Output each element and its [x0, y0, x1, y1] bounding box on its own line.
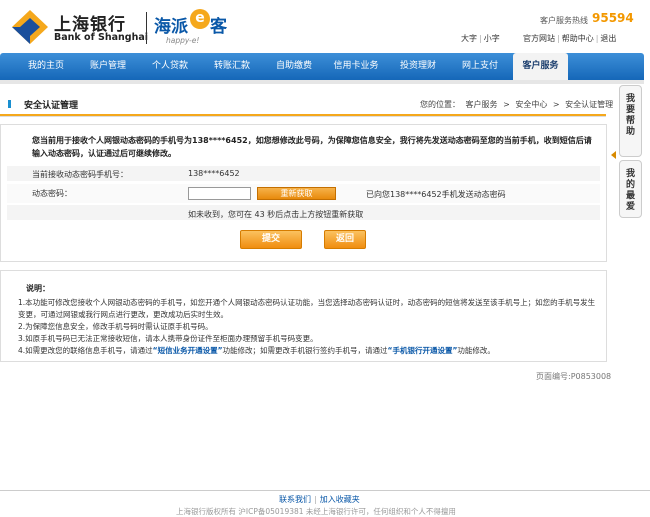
footer-divider: [0, 490, 650, 491]
bank-name-en: Bank of Shanghai: [54, 32, 149, 43]
note-item: 3.如原手机号码已无法正常接收短信，请本人携带身份证件至柜面办理预留手机号码变更…: [18, 333, 598, 345]
nav-item-transfer[interactable]: 转账汇款: [202, 53, 262, 80]
help-side-tab-label: 我要帮助: [625, 94, 635, 137]
dynamic-code-input[interactable]: [188, 187, 251, 200]
sub-brand-cn-2: 客: [210, 17, 227, 37]
favorites-side-tab-label: 我的最爱: [625, 169, 635, 212]
nav-item-investment[interactable]: 投资理财: [388, 53, 448, 80]
font-size-switcher: 大字 | 小字: [461, 33, 500, 44]
breadcrumb-separator: >: [503, 100, 510, 109]
section-marker-icon: [8, 100, 11, 108]
mobile-banking-settings-link[interactable]: “手机银行开通设置”: [388, 346, 458, 355]
contact-us-link[interactable]: 联系我们: [279, 495, 311, 504]
header: 上海银行 Bank of Shanghai 海派 e 客 happy-e! 客户…: [0, 0, 650, 52]
nav-item-customer-service[interactable]: 客户服务: [513, 53, 568, 80]
section-underline-shadow: [0, 116, 606, 117]
note-item: 4.如需更改您的联络信息手机号，请通过“短信业务开通设置”功能修改；如需更改手机…: [18, 345, 598, 357]
phone-label: 当前接收动态密码手机号：: [32, 170, 128, 179]
note-text: 如原手机号码已无法正常接收短信，请本人携带身份证件至柜面办理预留手机号码变更。: [25, 334, 318, 343]
note-item: 1.本功能可修改您接收个人网银动态密码的手机号，如您开通个人网银动态密码认证功能…: [18, 297, 598, 320]
note-text-after: 功能修改。: [457, 346, 495, 355]
help-side-tab[interactable]: 我要帮助: [619, 85, 642, 157]
note-item: 2.为保障您信息安全，修改手机号码时需认证原手机号码。: [18, 321, 598, 333]
breadcrumb-item-current: 安全认证管理: [565, 100, 614, 109]
copyright: 上海银行版权所有 沪ICP备05019381 未经上海银行许可，任何组织和个人不…: [176, 507, 456, 516]
logo-divider: [146, 12, 147, 44]
top-links: 官方网站 | 帮助中心 | 退出: [523, 33, 616, 44]
logout-link[interactable]: 退出: [600, 34, 616, 43]
hotline-number: 95594: [592, 11, 634, 25]
link-separator: |: [557, 34, 560, 43]
note-text-before: 如需更改您的联络信息手机号，请通过: [25, 346, 153, 355]
link-separator: |: [314, 495, 317, 504]
footer-links: 联系我们 | 加入收藏夹: [279, 494, 360, 505]
phone-value: 138****6452: [188, 169, 240, 178]
sub-brand-e-badge: e: [190, 9, 210, 29]
link-separator: |: [479, 34, 482, 43]
nav-item-account[interactable]: 账户管理: [78, 53, 138, 80]
help-center-link[interactable]: 帮助中心: [562, 34, 594, 43]
page-title: 安全认证管理: [24, 101, 79, 111]
nav-bottom-bar: [0, 80, 644, 84]
hotline-label: 客户服务热线: [540, 16, 588, 25]
breadcrumb-item-customer-service[interactable]: 客户服务: [466, 100, 498, 109]
link-separator: |: [595, 34, 599, 43]
back-button[interactable]: 返回: [324, 230, 366, 249]
collapse-arrow-icon[interactable]: [611, 151, 616, 159]
note-text: 本功能可修改您接收个人网银动态密码的手机号，如您开通个人网银动态密码认证功能，当…: [18, 298, 596, 319]
nav-item-my-home[interactable]: 我的主页: [16, 53, 76, 80]
note-text: 为保障您信息安全，修改手机号码时需认证原手机号码。: [25, 322, 213, 331]
bank-logo-icon: [12, 10, 48, 44]
favorites-side-tab[interactable]: 我的最爱: [619, 160, 642, 218]
nav-item-online-pay[interactable]: 网上支付: [450, 53, 510, 80]
countdown-text: 如未收到，您可在 43 秒后点击上方按钮重新获取: [188, 210, 364, 219]
sent-message: 已向您138****6452手机发送动态密码: [366, 190, 506, 199]
submit-button[interactable]: 提交: [240, 230, 302, 249]
official-site-link[interactable]: 官方网站: [523, 34, 555, 43]
page-id: 页面编号:P0853008: [536, 372, 612, 381]
form-notice: 您当前用于接收个人网银动态密码的手机号为138****6452，如您想修改此号码…: [32, 136, 592, 158]
sub-brand-cn-1: 海派: [154, 17, 188, 37]
font-small-link[interactable]: 小字: [484, 34, 500, 43]
nav-item-payment[interactable]: 自助缴费: [264, 53, 324, 80]
notes-title: 说明：: [26, 284, 50, 293]
sms-settings-link[interactable]: “短信业务开通设置”: [153, 346, 223, 355]
resend-code-button[interactable]: 重新获取: [257, 187, 336, 200]
code-label: 动态密码：: [32, 189, 72, 198]
nav-item-credit-card[interactable]: 信用卡业务: [326, 53, 386, 80]
nav-item-loans[interactable]: 个人贷款: [140, 53, 200, 80]
breadcrumb-item-security-center[interactable]: 安全中心: [515, 100, 547, 109]
breadcrumb-label: 您的位置：: [420, 100, 460, 109]
add-bookmark-link[interactable]: 加入收藏夹: [320, 495, 360, 504]
breadcrumb: 您的位置： 客户服务 > 安全中心 > 安全认证管理: [420, 99, 613, 110]
sub-brand-en: happy-e!: [166, 36, 200, 45]
main-nav: 我的主页 账户管理 个人贷款 转账汇款 自助缴费 信用卡业务 投资理财 网上支付…: [0, 53, 644, 80]
breadcrumb-separator: >: [552, 100, 560, 109]
note-text-middle: 功能修改；如需更改手机银行签约手机号，请通过: [222, 346, 388, 355]
font-large-link[interactable]: 大字: [461, 34, 477, 43]
